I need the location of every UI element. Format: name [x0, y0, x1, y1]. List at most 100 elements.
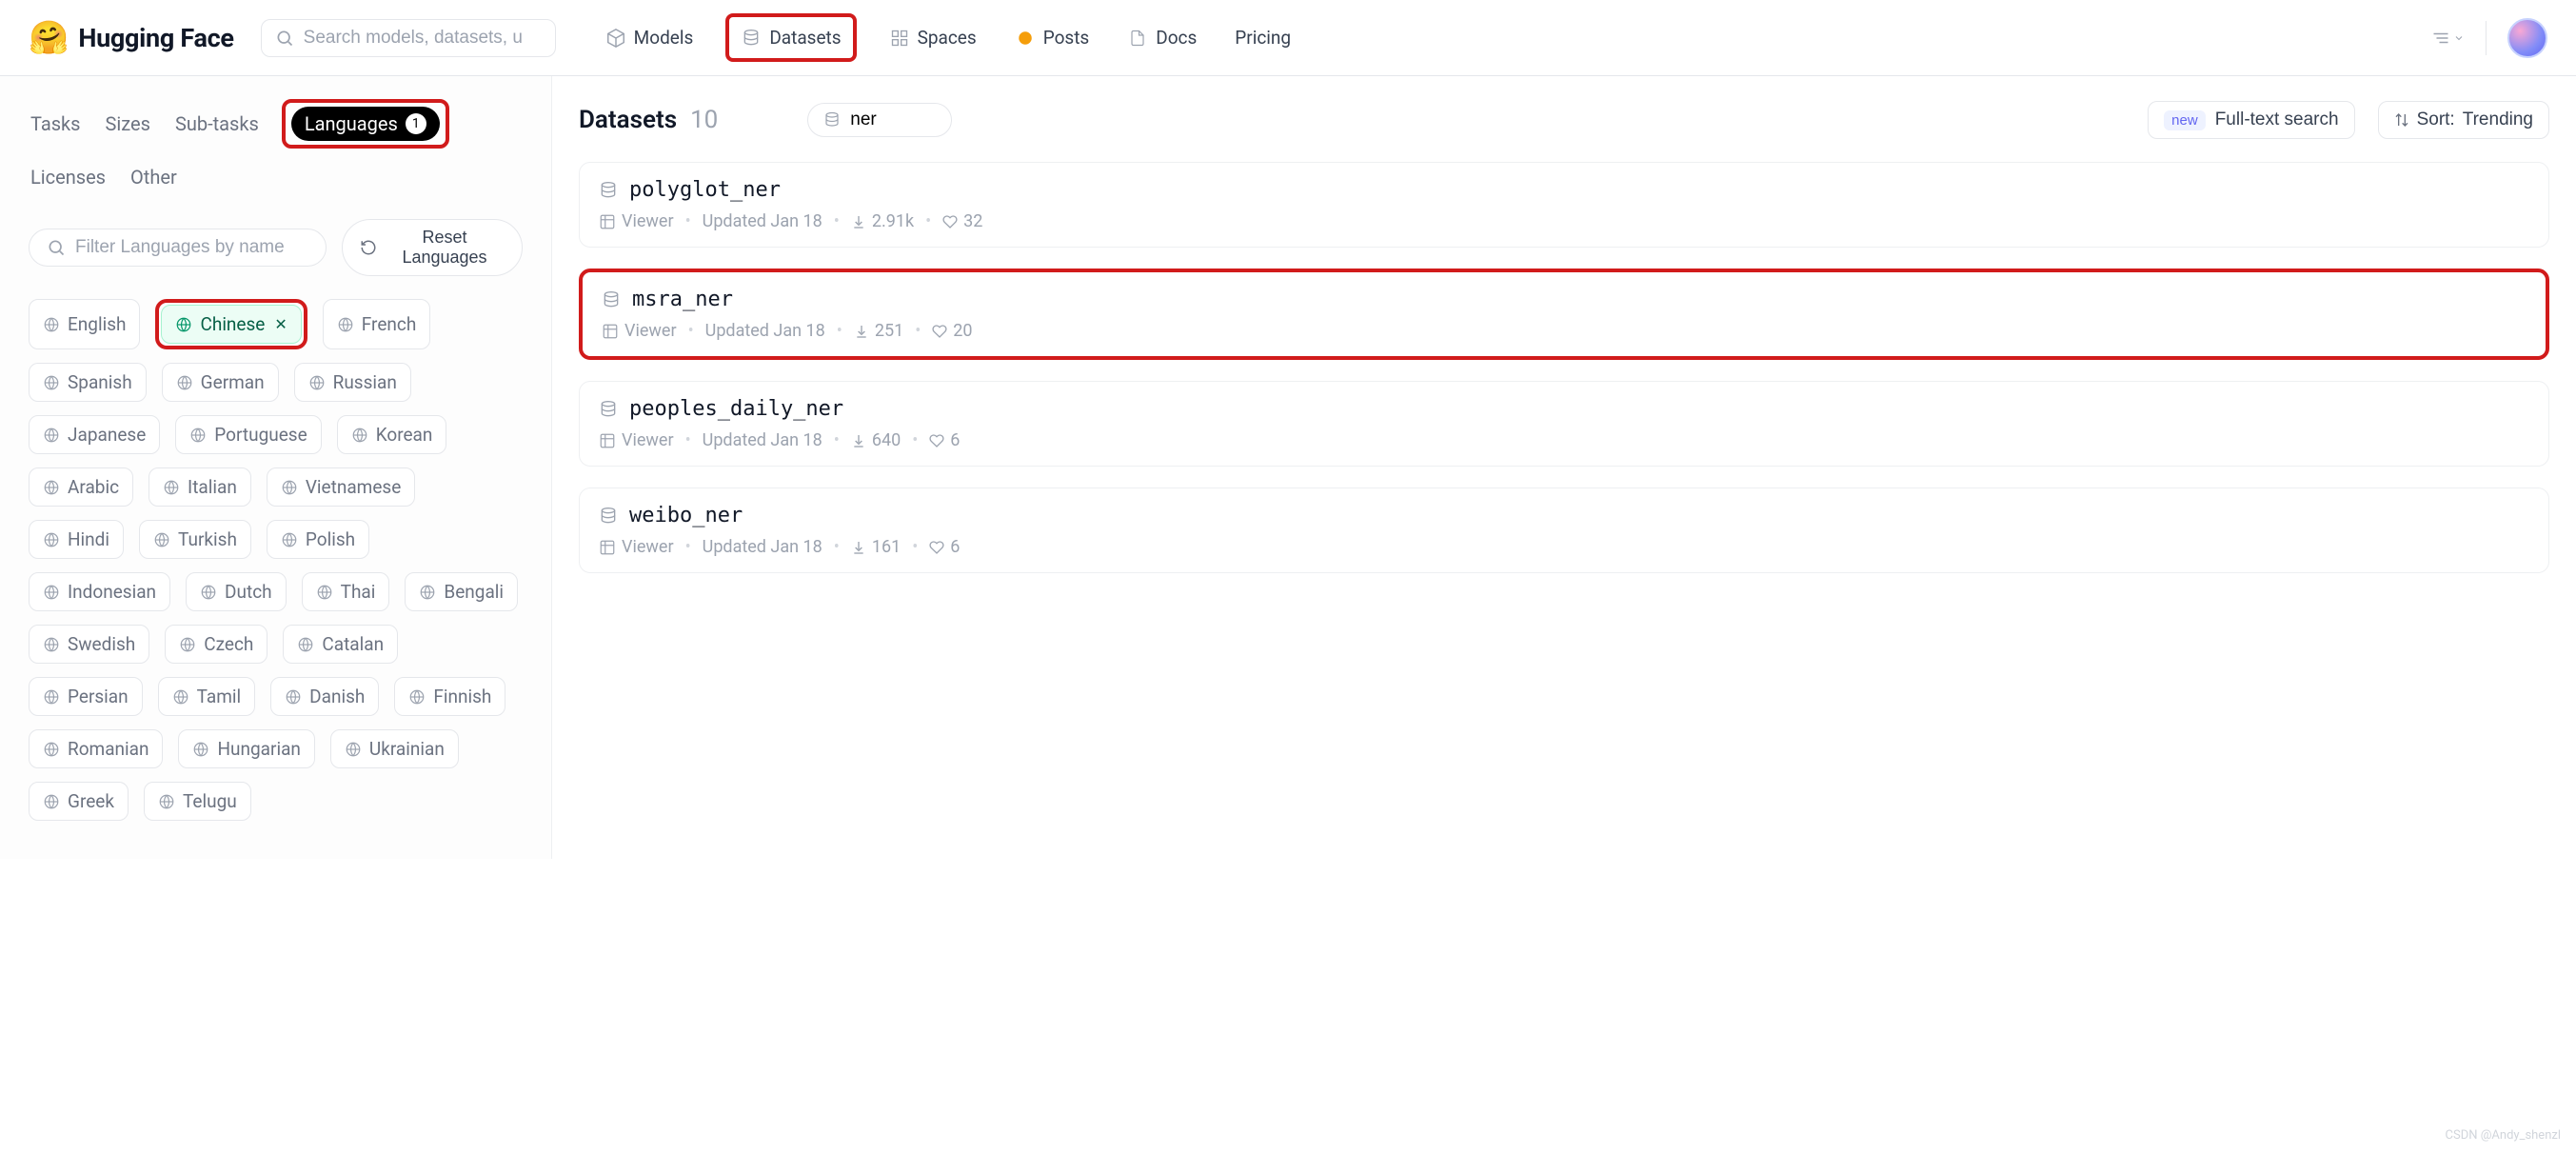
language-chip-label: Russian — [333, 371, 397, 393]
language-chip-korean[interactable]: Korean — [337, 415, 447, 454]
dataset-card-msra_ner[interactable]: msra_nerViewer•Updated Jan 18•251•20 — [579, 269, 2549, 360]
globe-icon — [281, 479, 298, 496]
sort-value: Trending — [2463, 109, 2533, 130]
header-right — [2432, 18, 2547, 58]
language-chip-spanish[interactable]: Spanish — [29, 363, 147, 402]
watermark: CSDN @Andy_shenzl — [2446, 1128, 2561, 1143]
reset-languages-button[interactable]: Reset Languages — [342, 219, 523, 276]
tab-licenses[interactable]: Licenses — [29, 162, 108, 192]
page-title: Datasets 10 — [579, 106, 718, 134]
language-chip-label: Ukrainian — [369, 738, 445, 760]
dataset-card-peoples_daily_ner[interactable]: peoples_daily_nerViewer•Updated Jan 18•6… — [579, 381, 2549, 467]
language-chip-tamil[interactable]: Tamil — [158, 677, 256, 716]
downloads: 251 — [854, 321, 903, 341]
download-icon — [851, 540, 866, 555]
language-chip-swedish[interactable]: Swedish — [29, 625, 149, 664]
globe-icon — [163, 479, 180, 496]
tab-tasks[interactable]: Tasks — [29, 109, 83, 139]
language-chip-chinese[interactable]: Chinese✕ — [161, 305, 301, 344]
nav-pricing-label: Pricing — [1235, 27, 1291, 49]
language-chip-romanian[interactable]: Romanian — [29, 729, 163, 768]
language-chip-french[interactable]: French — [323, 299, 431, 349]
likes-count: 6 — [950, 430, 960, 450]
language-chip-hungarian[interactable]: Hungarian — [178, 729, 314, 768]
likes: 20 — [932, 321, 972, 341]
language-chip-label: French — [362, 313, 417, 335]
language-chip-ukrainian[interactable]: Ukrainian — [330, 729, 459, 768]
language-chip-thai[interactable]: Thai — [302, 572, 390, 611]
tab-other[interactable]: Other — [129, 162, 179, 192]
avatar[interactable] — [2507, 18, 2547, 58]
language-chip-label: Danish — [309, 686, 365, 707]
language-chip-greek[interactable]: Greek — [29, 782, 129, 821]
download-icon — [854, 324, 869, 339]
language-filter-row: Reset Languages — [29, 219, 523, 276]
sort-button[interactable]: Sort: Trending — [2378, 101, 2549, 139]
remove-chip-icon[interactable]: ✕ — [274, 315, 287, 333]
language-chip-danish[interactable]: Danish — [270, 677, 379, 716]
likes: 6 — [929, 537, 960, 557]
language-filter-input[interactable] — [75, 237, 308, 258]
heart-icon — [929, 433, 944, 448]
tab-sizes[interactable]: Sizes — [104, 109, 152, 139]
language-chip-label: Tamil — [197, 686, 242, 707]
downloads: 2.91k — [851, 211, 914, 231]
global-search-input[interactable] — [304, 28, 542, 49]
language-chip-russian[interactable]: Russian — [294, 363, 411, 402]
nav-datasets[interactable]: Datasets — [725, 13, 856, 62]
language-chip-czech[interactable]: Czech — [165, 625, 268, 664]
language-chip-arabic[interactable]: Arabic — [29, 468, 133, 507]
database-icon — [599, 400, 618, 419]
nav-pricing[interactable]: Pricing — [1229, 21, 1297, 70]
language-chip-label: Finnish — [433, 686, 491, 707]
language-chip-vietnamese[interactable]: Vietnamese — [267, 468, 415, 507]
divider — [2486, 21, 2487, 55]
nav-posts[interactable]: Posts — [1009, 21, 1096, 70]
language-chip-turkish[interactable]: Turkish — [139, 520, 251, 559]
tab-subtasks[interactable]: Sub-tasks — [173, 109, 261, 139]
nav-docs[interactable]: Docs — [1121, 21, 1202, 70]
language-chip-portuguese[interactable]: Portuguese — [175, 415, 321, 454]
nav-models[interactable]: Models — [600, 21, 700, 70]
nav-spaces[interactable]: Spaces — [883, 21, 982, 70]
language-chip-telugu[interactable]: Telugu — [144, 782, 251, 821]
language-chip-italian[interactable]: Italian — [149, 468, 251, 507]
grid-icon — [889, 28, 910, 49]
dataset-name: weibo_ner — [629, 504, 743, 527]
overflow-menu[interactable] — [2432, 31, 2465, 45]
language-chip-german[interactable]: German — [162, 363, 279, 402]
dataset-card-polyglot_ner[interactable]: polyglot_nerViewer•Updated Jan 18•2.91k•… — [579, 162, 2549, 248]
language-chip-bengali[interactable]: Bengali — [405, 572, 518, 611]
brand-text: Hugging Face — [78, 23, 233, 53]
language-chip-polish[interactable]: Polish — [267, 520, 369, 559]
download-icon — [851, 214, 866, 229]
viewer-link[interactable]: Viewer — [599, 537, 674, 557]
global-search[interactable] — [261, 19, 556, 57]
hf-emoji-icon: 🤗 — [29, 22, 69, 54]
language-filter[interactable] — [29, 229, 327, 267]
viewer-link[interactable]: Viewer — [599, 211, 674, 231]
language-chip-japanese[interactable]: Japanese — [29, 415, 160, 454]
globe-icon — [308, 374, 326, 391]
globe-icon — [175, 316, 192, 333]
language-chip-finnish[interactable]: Finnish — [394, 677, 505, 716]
language-chip-english[interactable]: English — [29, 299, 140, 349]
viewer-link[interactable]: Viewer — [602, 321, 677, 341]
dataset-search[interactable] — [807, 103, 952, 137]
language-chip-indonesian[interactable]: Indonesian — [29, 572, 170, 611]
viewer-link[interactable]: Viewer — [599, 430, 674, 450]
dataset-card-weibo_ner[interactable]: weibo_nerViewer•Updated Jan 18•161•6 — [579, 487, 2549, 573]
language-chip-catalan[interactable]: Catalan — [283, 625, 398, 664]
brand-logo[interactable]: 🤗 Hugging Face — [29, 22, 234, 54]
database-icon — [823, 111, 841, 129]
globe-icon — [43, 741, 60, 758]
downloads-count: 2.91k — [872, 211, 914, 231]
dataset-search-input[interactable] — [850, 109, 936, 130]
language-chip-label: Czech — [204, 633, 253, 655]
language-chip-persian[interactable]: Persian — [29, 677, 143, 716]
language-chip-dutch[interactable]: Dutch — [186, 572, 287, 611]
language-chip-hindi[interactable]: Hindi — [29, 520, 124, 559]
full-text-search-button[interactable]: new Full-text search — [2148, 101, 2354, 139]
tab-languages[interactable]: Languages 1 — [291, 107, 440, 141]
full-text-search-label: Full-text search — [2215, 109, 2339, 130]
